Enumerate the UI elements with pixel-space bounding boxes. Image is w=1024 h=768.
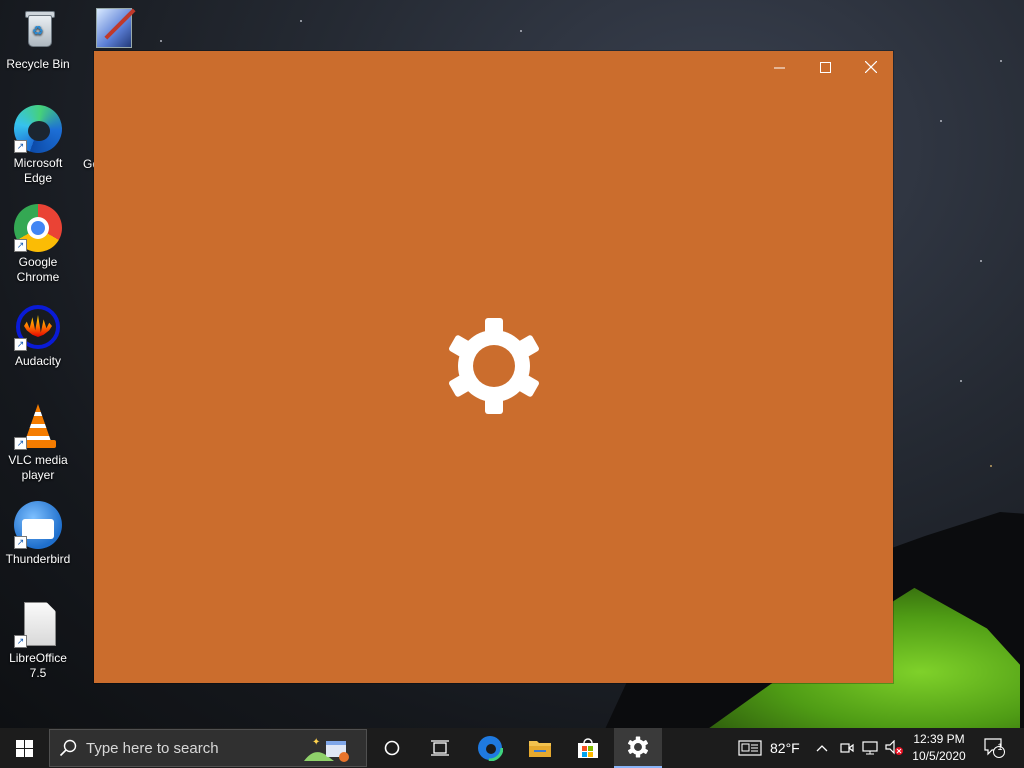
cortana-circle-icon [384, 740, 400, 756]
desktop-icon-vlc[interactable]: ↗ VLC media player [3, 402, 73, 483]
show-hidden-icons-button[interactable] [816, 728, 828, 768]
notification-count: 1 [997, 742, 1003, 752]
desktop-icon-recycle-bin[interactable]: ♻ Recycle Bin [3, 6, 73, 72]
chevron-up-icon [816, 745, 828, 752]
gear-icon [449, 318, 539, 414]
desktop-icon-thunderbird[interactable]: ↗ Thunderbird [3, 501, 73, 567]
folder-icon [529, 741, 551, 757]
desktop-icon-label: LibreOffice 7.5 [9, 651, 67, 680]
taskbar-edge-button[interactable] [466, 728, 514, 768]
edge-icon [477, 735, 503, 761]
desktop-icon-label: Recycle Bin [6, 57, 70, 71]
store-bag-icon [578, 738, 598, 758]
gear-icon [627, 736, 649, 758]
minimize-icon [773, 67, 785, 68]
clock[interactable]: 12:39 PM 10/5/2020 [904, 731, 974, 765]
volume-muted-icon [885, 740, 903, 755]
desktop-icon-label: Audacity [14, 354, 62, 368]
desktop-icon-label: Microsoft Edge [13, 156, 63, 185]
search-icon [50, 739, 86, 757]
minimize-button[interactable] [756, 51, 802, 83]
close-button[interactable] [848, 51, 894, 83]
libreoffice-icon: ↗ [14, 600, 62, 648]
audacity-icon: ↗ [14, 303, 62, 351]
start-button[interactable] [0, 728, 48, 768]
desktop-icon-libreoffice[interactable]: ↗ LibreOffice 7.5 [3, 600, 73, 681]
meet-now-button[interactable] [840, 728, 854, 768]
desktop-icon-label: Thunderbird [5, 552, 71, 566]
network-icon [862, 741, 878, 755]
chrome-icon: ↗ [14, 204, 62, 252]
svg-text:✦: ✦ [312, 737, 320, 748]
edge-icon: ↗ [14, 105, 62, 153]
clock-date: 10/5/2020 [912, 749, 966, 763]
search-highlight-doodle-icon: ✦ [304, 737, 349, 762]
weather-temperature: 82°F [770, 740, 800, 756]
meet-now-icon [840, 743, 854, 753]
taskbar-settings-button[interactable] [614, 728, 662, 768]
action-center-button[interactable]: 1 [984, 728, 1006, 768]
windows-logo-icon [15, 739, 33, 757]
taskbar: Type here to search ✦ 82°F 12:39 PM 10/5… [0, 728, 1024, 768]
task-view-button[interactable] [416, 728, 464, 768]
cortana-button[interactable] [368, 728, 416, 768]
network-button[interactable] [862, 728, 880, 768]
search-placeholder: Type here to search [86, 739, 219, 757]
desktop-background: ♻ Recycle Bin ↗ Microsoft Edge ↗ Google … [0, 0, 1024, 728]
clock-time: 12:39 PM [913, 732, 965, 746]
weather-widget[interactable]: 82°F [738, 728, 800, 768]
desktop-icon-label: VLC media player [8, 453, 68, 482]
desktop-icon-microsoft-edge[interactable]: ↗ Microsoft Edge [3, 105, 73, 186]
task-view-icon [431, 740, 449, 756]
taskbar-search-box[interactable]: Type here to search ✦ [49, 729, 367, 767]
taskbar-store-button[interactable] [564, 728, 612, 768]
volume-button[interactable] [885, 728, 903, 768]
desktop-icon-audacity[interactable]: ↗ Audacity [3, 303, 73, 369]
thunderbird-icon: ↗ [14, 501, 62, 549]
news-weather-icon [738, 740, 762, 756]
desktop-icon-label: Google Chrome [16, 255, 60, 284]
desktop-icon-google-chrome[interactable]: ↗ Google Chrome [3, 204, 73, 285]
maximize-icon [819, 61, 831, 73]
maximize-button[interactable] [802, 51, 848, 83]
close-icon [865, 61, 877, 73]
settings-window[interactable] [94, 51, 893, 683]
vlc-cone-icon: ↗ [14, 402, 62, 450]
recycle-bin-icon: ♻ [14, 6, 62, 54]
taskbar-file-explorer-button[interactable] [516, 728, 564, 768]
